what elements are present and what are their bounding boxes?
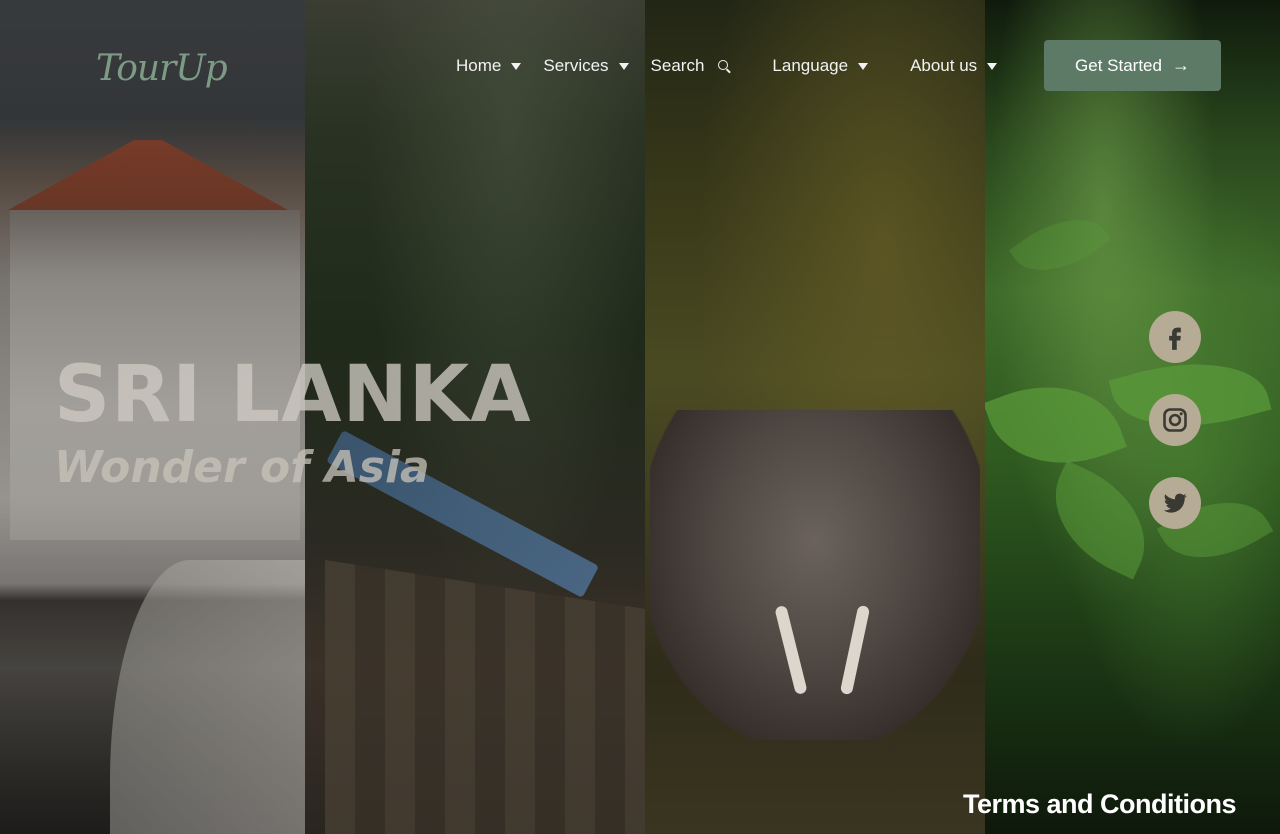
- search-icon: [718, 60, 729, 70]
- temple-roof: [8, 140, 288, 210]
- caret-down-icon: [987, 62, 998, 70]
- hero-subtitle: Wonder of Asia: [54, 442, 430, 493]
- top-navigation-bar: TourUp Home Services Search Language Abo…: [0, 0, 1280, 130]
- nav-item-label: Language: [772, 56, 849, 75]
- nav-item-about[interactable]: About us: [910, 56, 998, 76]
- get-started-label: Get Started: [1075, 55, 1162, 75]
- social-links: [1149, 311, 1201, 560]
- nav-item-services[interactable]: Services: [543, 56, 629, 76]
- nav-item-label: Home: [456, 56, 502, 75]
- nav-item-home[interactable]: Home: [456, 56, 522, 76]
- twitter-icon: [1163, 493, 1188, 513]
- brand-logo[interactable]: TourUp: [96, 48, 228, 89]
- nav-item-label: Search: [650, 56, 705, 75]
- elephant-shape: [650, 410, 980, 740]
- tea-leaf: [1033, 460, 1167, 580]
- twitter-link[interactable]: [1149, 477, 1201, 529]
- facebook-link[interactable]: [1149, 311, 1201, 363]
- instagram-link[interactable]: [1149, 394, 1201, 446]
- bridge-shape: [325, 560, 645, 834]
- caret-down-icon: [858, 62, 869, 70]
- hero-title: SRI LANKA: [54, 350, 532, 440]
- terms-and-conditions-link[interactable]: Terms and Conditions: [963, 789, 1237, 820]
- nav-item-language[interactable]: Language: [772, 56, 869, 76]
- tea-leaf: [985, 362, 1127, 488]
- temple-wall: [110, 560, 305, 834]
- nav-item-label: About us: [910, 56, 978, 75]
- arrow-right-icon: →: [1171, 55, 1190, 75]
- facebook-icon: [1169, 327, 1181, 350]
- caret-down-icon: [511, 62, 522, 70]
- tea-leaf: [1008, 198, 1112, 292]
- instagram-icon: [1163, 408, 1187, 432]
- nav-item-label: Services: [543, 56, 609, 75]
- nav-item-search[interactable]: Search: [651, 56, 729, 76]
- caret-down-icon: [618, 62, 629, 70]
- main-nav: Home Services Search Language About us: [456, 56, 998, 76]
- get-started-button[interactable]: Get Started →: [1044, 40, 1221, 91]
